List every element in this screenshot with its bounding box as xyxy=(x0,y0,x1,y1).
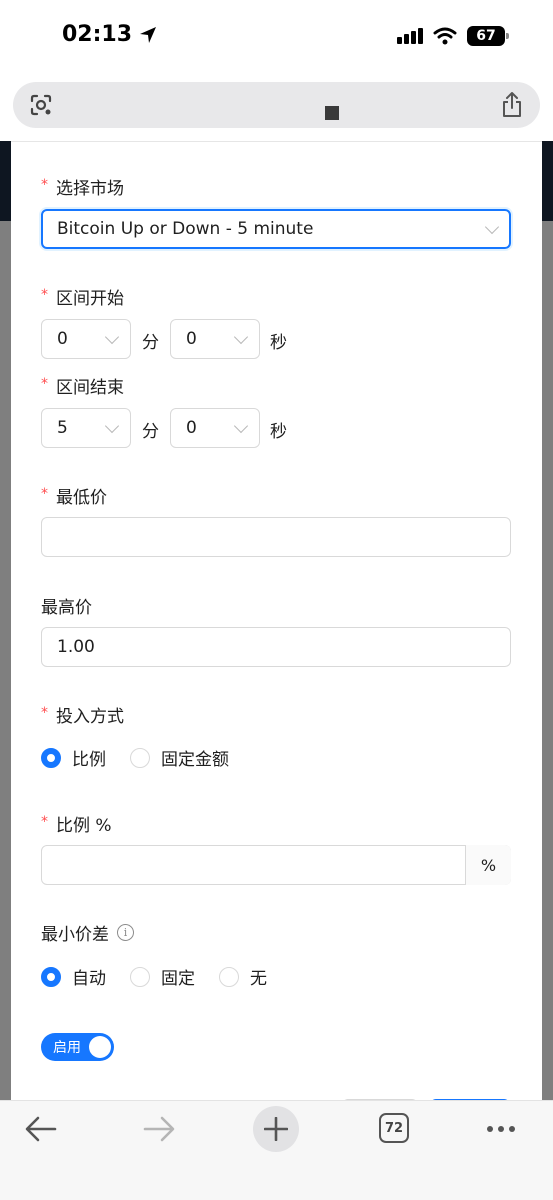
radio-unchecked-icon[interactable] xyxy=(219,966,239,987)
radio-checked-icon[interactable] xyxy=(41,966,61,987)
radio-unchecked-icon[interactable] xyxy=(130,747,150,768)
tabs-button[interactable]: 72 xyxy=(379,1113,409,1143)
address-bar[interactable] xyxy=(13,82,540,128)
status-time: 02:13 xyxy=(62,22,158,47)
more-icon[interactable] xyxy=(487,1126,515,1132)
forward-arrow-icon[interactable] xyxy=(142,1115,176,1143)
radio-auto[interactable]: 自动 xyxy=(41,964,106,989)
min-price-input[interactable] xyxy=(41,517,511,557)
status-indicators: 67 xyxy=(397,26,509,46)
cellular-signal-icon xyxy=(397,28,423,44)
page-backdrop-dark xyxy=(0,141,11,221)
enable-switch[interactable]: 启用 xyxy=(41,1033,114,1061)
percent-addon: % xyxy=(465,845,511,885)
second-unit: 秒 xyxy=(270,422,287,442)
max-price-input[interactable]: 1.00 xyxy=(41,627,511,667)
chevron-down-icon xyxy=(233,329,249,345)
switch-label: 启用 xyxy=(53,1040,81,1056)
required-mark: * xyxy=(41,176,48,193)
wifi-icon xyxy=(433,27,457,45)
tab-count: 72 xyxy=(384,1120,404,1136)
market-select[interactable]: Bitcoin Up or Down - 5 minute xyxy=(41,209,511,249)
ratio-label: * 比例 % xyxy=(41,813,112,837)
required-mark: * xyxy=(41,485,48,502)
chevron-down-icon xyxy=(104,329,120,345)
chevron-down-icon xyxy=(104,418,120,434)
required-mark: * xyxy=(41,375,48,392)
minute-unit: 分 xyxy=(142,333,159,353)
range-end-minute-select[interactable]: 5 xyxy=(41,408,131,448)
radio-ratio[interactable]: 比例 xyxy=(41,745,106,770)
range-start-second-select[interactable]: 0 xyxy=(170,319,260,359)
new-tab-button[interactable] xyxy=(253,1106,299,1152)
share-icon[interactable] xyxy=(500,91,524,119)
form-panel: * 选择市场 Bitcoin Up or Down - 5 minute * 区… xyxy=(11,141,542,1109)
switch-knob xyxy=(89,1036,111,1058)
range-start-minute-select[interactable]: 0 xyxy=(41,319,131,359)
chevron-down-icon xyxy=(233,418,249,434)
second-unit: 秒 xyxy=(270,333,287,353)
radio-fixed-amount[interactable]: 固定金额 xyxy=(130,745,229,770)
chevron-down-icon xyxy=(484,219,500,235)
modal-overlay xyxy=(0,221,11,1101)
location-arrow-icon xyxy=(140,26,157,43)
invest-mode-radio-group: 比例 固定金额 xyxy=(41,745,253,770)
status-bar: 02:13 67 xyxy=(0,0,553,76)
min-spread-radio-group: 自动 固定 无 xyxy=(41,964,291,989)
min-price-label: * 最低价 xyxy=(41,485,107,509)
minute-unit: 分 xyxy=(142,422,159,442)
plus-icon xyxy=(264,1117,288,1141)
info-icon[interactable]: i xyxy=(117,924,134,941)
stop-loading-icon[interactable] xyxy=(325,106,339,120)
radio-none[interactable]: 无 xyxy=(219,964,267,989)
radio-fixed[interactable]: 固定 xyxy=(130,964,195,989)
back-arrow-icon[interactable] xyxy=(24,1115,58,1143)
range-end-second-select[interactable]: 0 xyxy=(170,408,260,448)
required-mark: * xyxy=(41,704,48,721)
browser-toolbar: 72 xyxy=(0,1100,553,1200)
ratio-input[interactable] xyxy=(41,845,511,885)
invest-mode-label: * 投入方式 xyxy=(41,704,124,728)
market-select-value: Bitcoin Up or Down - 5 minute xyxy=(57,219,314,239)
market-label: * 选择市场 xyxy=(41,176,124,200)
lens-icon[interactable] xyxy=(29,93,53,117)
min-spread-label: 最小价差 i xyxy=(41,920,134,945)
max-price-label: 最高价 xyxy=(41,598,92,618)
range-start-label: * 区间开始 xyxy=(41,286,124,310)
radio-unchecked-icon[interactable] xyxy=(130,966,150,987)
clock: 02:13 xyxy=(62,22,133,47)
radio-checked-icon[interactable] xyxy=(41,747,61,768)
required-mark: * xyxy=(41,286,48,303)
page-backdrop-dark xyxy=(542,141,553,221)
range-end-label: * 区间结束 xyxy=(41,375,124,399)
modal-overlay xyxy=(542,221,553,1101)
battery-level: 67 xyxy=(476,28,496,44)
battery-icon: 67 xyxy=(467,26,509,46)
required-mark: * xyxy=(41,813,48,830)
